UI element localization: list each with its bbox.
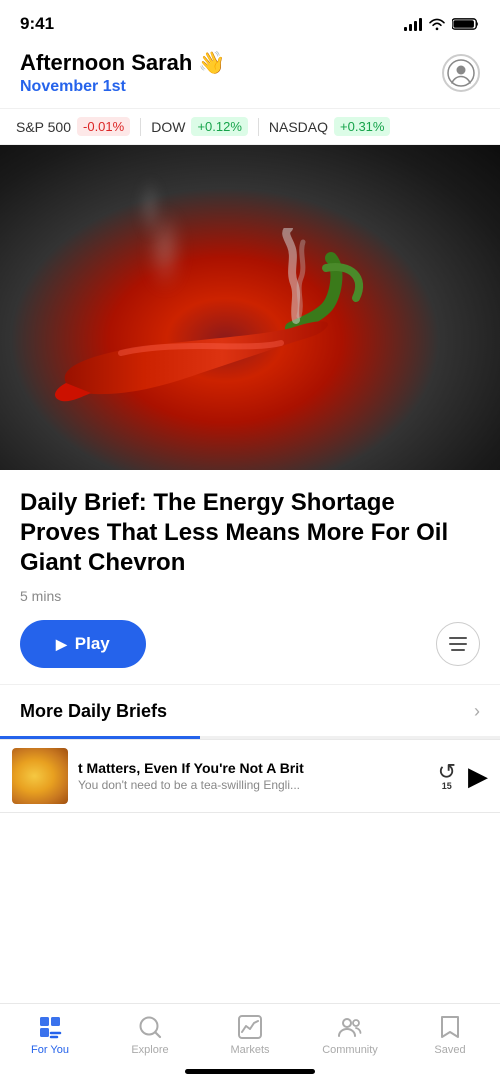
home-indicator [185, 1069, 315, 1074]
ticker-sp500-name: S&P 500 [16, 119, 71, 135]
greeting-name: Afternoon Sarah [20, 50, 192, 76]
article-title: Daily Brief: The Energy Shortage Proves … [20, 488, 480, 578]
nav-item-for-you[interactable]: For You [0, 1004, 100, 1060]
ticker-sp500-value: -0.01% [77, 117, 130, 136]
ticker-dow-name: DOW [151, 119, 185, 135]
wifi-icon [428, 17, 446, 31]
chili-pepper-illustration [41, 228, 421, 428]
hero-image-bg [0, 145, 500, 470]
mini-player-thumbnail [12, 748, 68, 804]
mini-player: t Matters, Even If You're Not A Brit You… [0, 739, 500, 813]
mini-back-seconds: 15 [442, 781, 452, 791]
mini-thumb-image [12, 748, 68, 804]
status-bar: 9:41 [0, 0, 500, 42]
markets-icon [237, 1014, 263, 1040]
market-ticker: S&P 500 -0.01% DOW +0.12% NASDAQ +0.31% [0, 108, 500, 145]
profile-button[interactable] [442, 54, 480, 92]
nav-item-explore[interactable]: Explore [100, 1004, 200, 1060]
status-time: 9:41 [20, 14, 54, 34]
chevron-right-icon: › [474, 701, 480, 722]
ticker-divider-1 [140, 118, 141, 136]
saved-icon [437, 1014, 463, 1040]
article-read-time: 5 mins [20, 588, 480, 604]
mini-player-subtitle: You don't need to be a tea-swilling Engl… [78, 778, 428, 792]
nav-item-saved[interactable]: Saved [400, 1004, 500, 1060]
list-line-2 [449, 643, 467, 645]
mini-back-button[interactable]: ↺ 15 [438, 761, 456, 791]
mini-player-controls: ↺ 15 ▶ [438, 761, 488, 792]
mini-play-icon: ▶ [468, 761, 488, 791]
list-lines-icon [449, 637, 467, 651]
play-button[interactable]: ▶ Play [20, 620, 146, 668]
ticker-nasdaq[interactable]: NASDAQ +0.31% [269, 117, 391, 136]
ticker-dow-value: +0.12% [191, 117, 247, 136]
play-triangle-icon: ▶ [56, 636, 67, 653]
ticker-nasdaq-name: NASDAQ [269, 119, 328, 135]
greeting-emoji: 👋 [198, 50, 225, 76]
hero-image [0, 145, 500, 470]
battery-icon [452, 17, 480, 31]
mini-back-icon: ↺ [438, 761, 456, 783]
signal-bars-icon [404, 17, 422, 31]
nav-label-saved: Saved [434, 1044, 465, 1056]
mini-play-button[interactable]: ▶ [468, 761, 488, 792]
ticker-dow[interactable]: DOW +0.12% [151, 117, 248, 136]
playback-controls: ▶ Play [0, 604, 500, 684]
ticker-sp500[interactable]: S&P 500 -0.01% [16, 117, 130, 136]
greeting-date: November 1st [20, 78, 226, 96]
nav-item-markets[interactable]: Markets [200, 1004, 300, 1060]
nav-label-markets: Markets [230, 1044, 269, 1056]
more-daily-briefs-label: More Daily Briefs [20, 701, 167, 722]
list-line-3 [451, 649, 465, 651]
play-label: Play [75, 634, 110, 654]
for-you-icon [37, 1014, 63, 1040]
header: Afternoon Sarah 👋 November 1st [0, 42, 500, 108]
greeting-block: Afternoon Sarah 👋 November 1st [20, 50, 226, 96]
list-button[interactable] [436, 622, 480, 666]
list-line-1 [449, 637, 467, 639]
mini-player-title: t Matters, Even If You're Not A Brit [78, 760, 428, 776]
ticker-nasdaq-value: +0.31% [334, 117, 390, 136]
ticker-divider-2 [258, 118, 259, 136]
nav-label-explore: Explore [131, 1044, 168, 1056]
explore-icon [137, 1014, 163, 1040]
mini-player-info: t Matters, Even If You're Not A Brit You… [78, 760, 428, 792]
nav-label-for-you: For You [31, 1044, 69, 1056]
nav-label-community: Community [322, 1044, 378, 1056]
more-daily-briefs-section[interactable]: More Daily Briefs › [0, 684, 500, 738]
article-section: Daily Brief: The Energy Shortage Proves … [0, 470, 500, 604]
community-icon [337, 1014, 363, 1040]
status-icons [404, 17, 480, 31]
nav-item-community[interactable]: Community [300, 1004, 400, 1060]
